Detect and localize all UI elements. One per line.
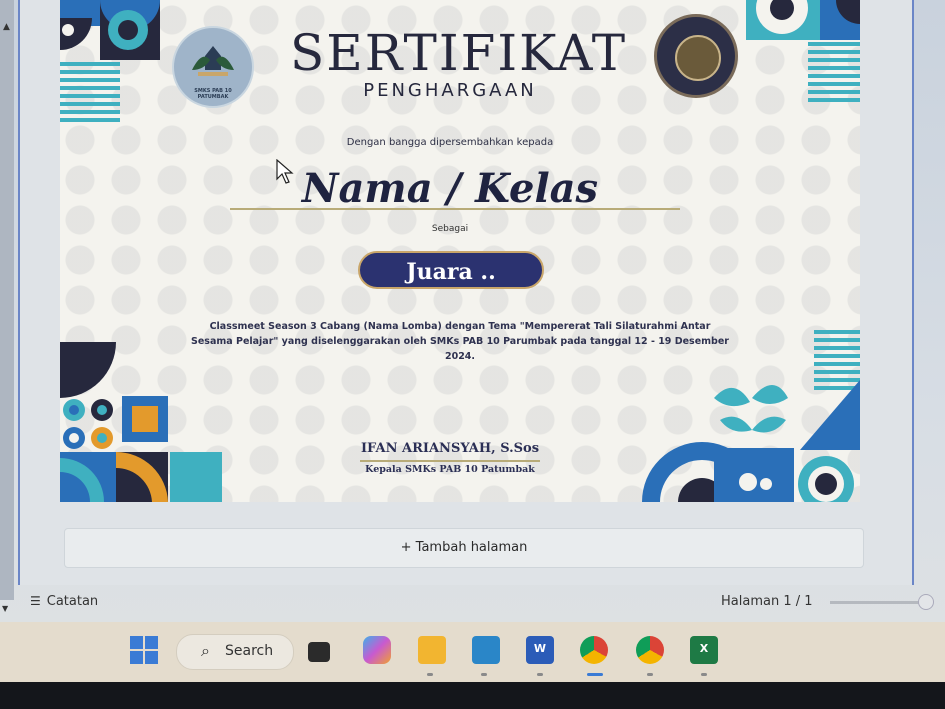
taskbar-search[interactable]: ⌕ Search [176, 634, 294, 670]
collapse-arrow-icon[interactable]: ▼ [2, 604, 8, 613]
mouse-cursor-icon [276, 159, 294, 184]
institution-seal-right [654, 14, 738, 98]
running-indicator [647, 673, 653, 676]
zoom-slider-track[interactable] [830, 601, 920, 604]
running-indicator [481, 673, 487, 676]
chevron-up-icon[interactable]: ▲ [3, 22, 10, 32]
excel-icon[interactable]: X [690, 636, 718, 664]
screen: ▲ SMKS PAB 10 PATUMBAK SERTIFIKAT PENGHA… [0, 0, 945, 682]
active-indicator [587, 673, 603, 676]
notes-label: Catatan [46, 594, 99, 609]
notes-button[interactable]: ☰ Catatan [30, 594, 98, 609]
monitor-bezel [0, 682, 945, 709]
photos-icon[interactable] [472, 636, 500, 664]
search-label: Search [225, 643, 274, 659]
running-indicator [537, 673, 543, 676]
certificate-title: SERTIFIKAT [290, 24, 628, 82]
as-text: Sebagai [431, 224, 469, 234]
signer-name: IFAN ARIANSYAH, S.Sos [360, 441, 540, 456]
page-indicator: Halaman 1 / 1 [721, 594, 813, 609]
chrome-profile-icon[interactable] [580, 636, 608, 664]
award-badge[interactable]: Juara .. [358, 251, 544, 289]
school-logo-text: SMKS PAB 10 PATUMBAK [194, 88, 232, 100]
file-explorer-icon[interactable] [418, 636, 446, 664]
zoom-slider-handle[interactable] [918, 594, 934, 610]
certificate-description: Classmeet Season 3 Cabang (Nama Lomba) d… [191, 321, 729, 362]
notes-icon: ☰ [30, 594, 41, 608]
certificate-subtitle: PENGHARGAAN [363, 80, 537, 101]
seal-emblem-icon [675, 35, 721, 81]
add-page-button[interactable]: + Tambah halaman [64, 528, 864, 568]
presented-to-text: Dengan bangga dipersembahkan kepada [346, 137, 554, 148]
chrome-ad-icon[interactable] [636, 636, 664, 664]
certificate-page[interactable]: SMKS PAB 10 PATUMBAK SERTIFIKAT PENGHARG… [60, 0, 860, 502]
signer-underline [360, 460, 540, 462]
school-emblem-icon [192, 46, 234, 76]
copilot-icon[interactable] [363, 636, 391, 664]
school-logo-left: SMKS PAB 10 PATUMBAK [172, 26, 254, 108]
running-indicator [427, 673, 433, 676]
word-icon[interactable]: W [526, 636, 554, 664]
name-underline [230, 208, 680, 210]
status-bar: ☰ Catatan Halaman 1 / 1 [18, 590, 934, 616]
recipient-name[interactable]: Nama / Kelas [240, 165, 660, 212]
signer-role: Kepala SMKs PAB 10 Patumbak [365, 464, 535, 475]
running-indicator [701, 673, 707, 676]
search-icon: ⌕ [201, 641, 210, 660]
left-toolbar: ▲ [0, 0, 14, 600]
task-view-icon[interactable] [308, 642, 330, 662]
start-icon[interactable] [130, 636, 158, 664]
